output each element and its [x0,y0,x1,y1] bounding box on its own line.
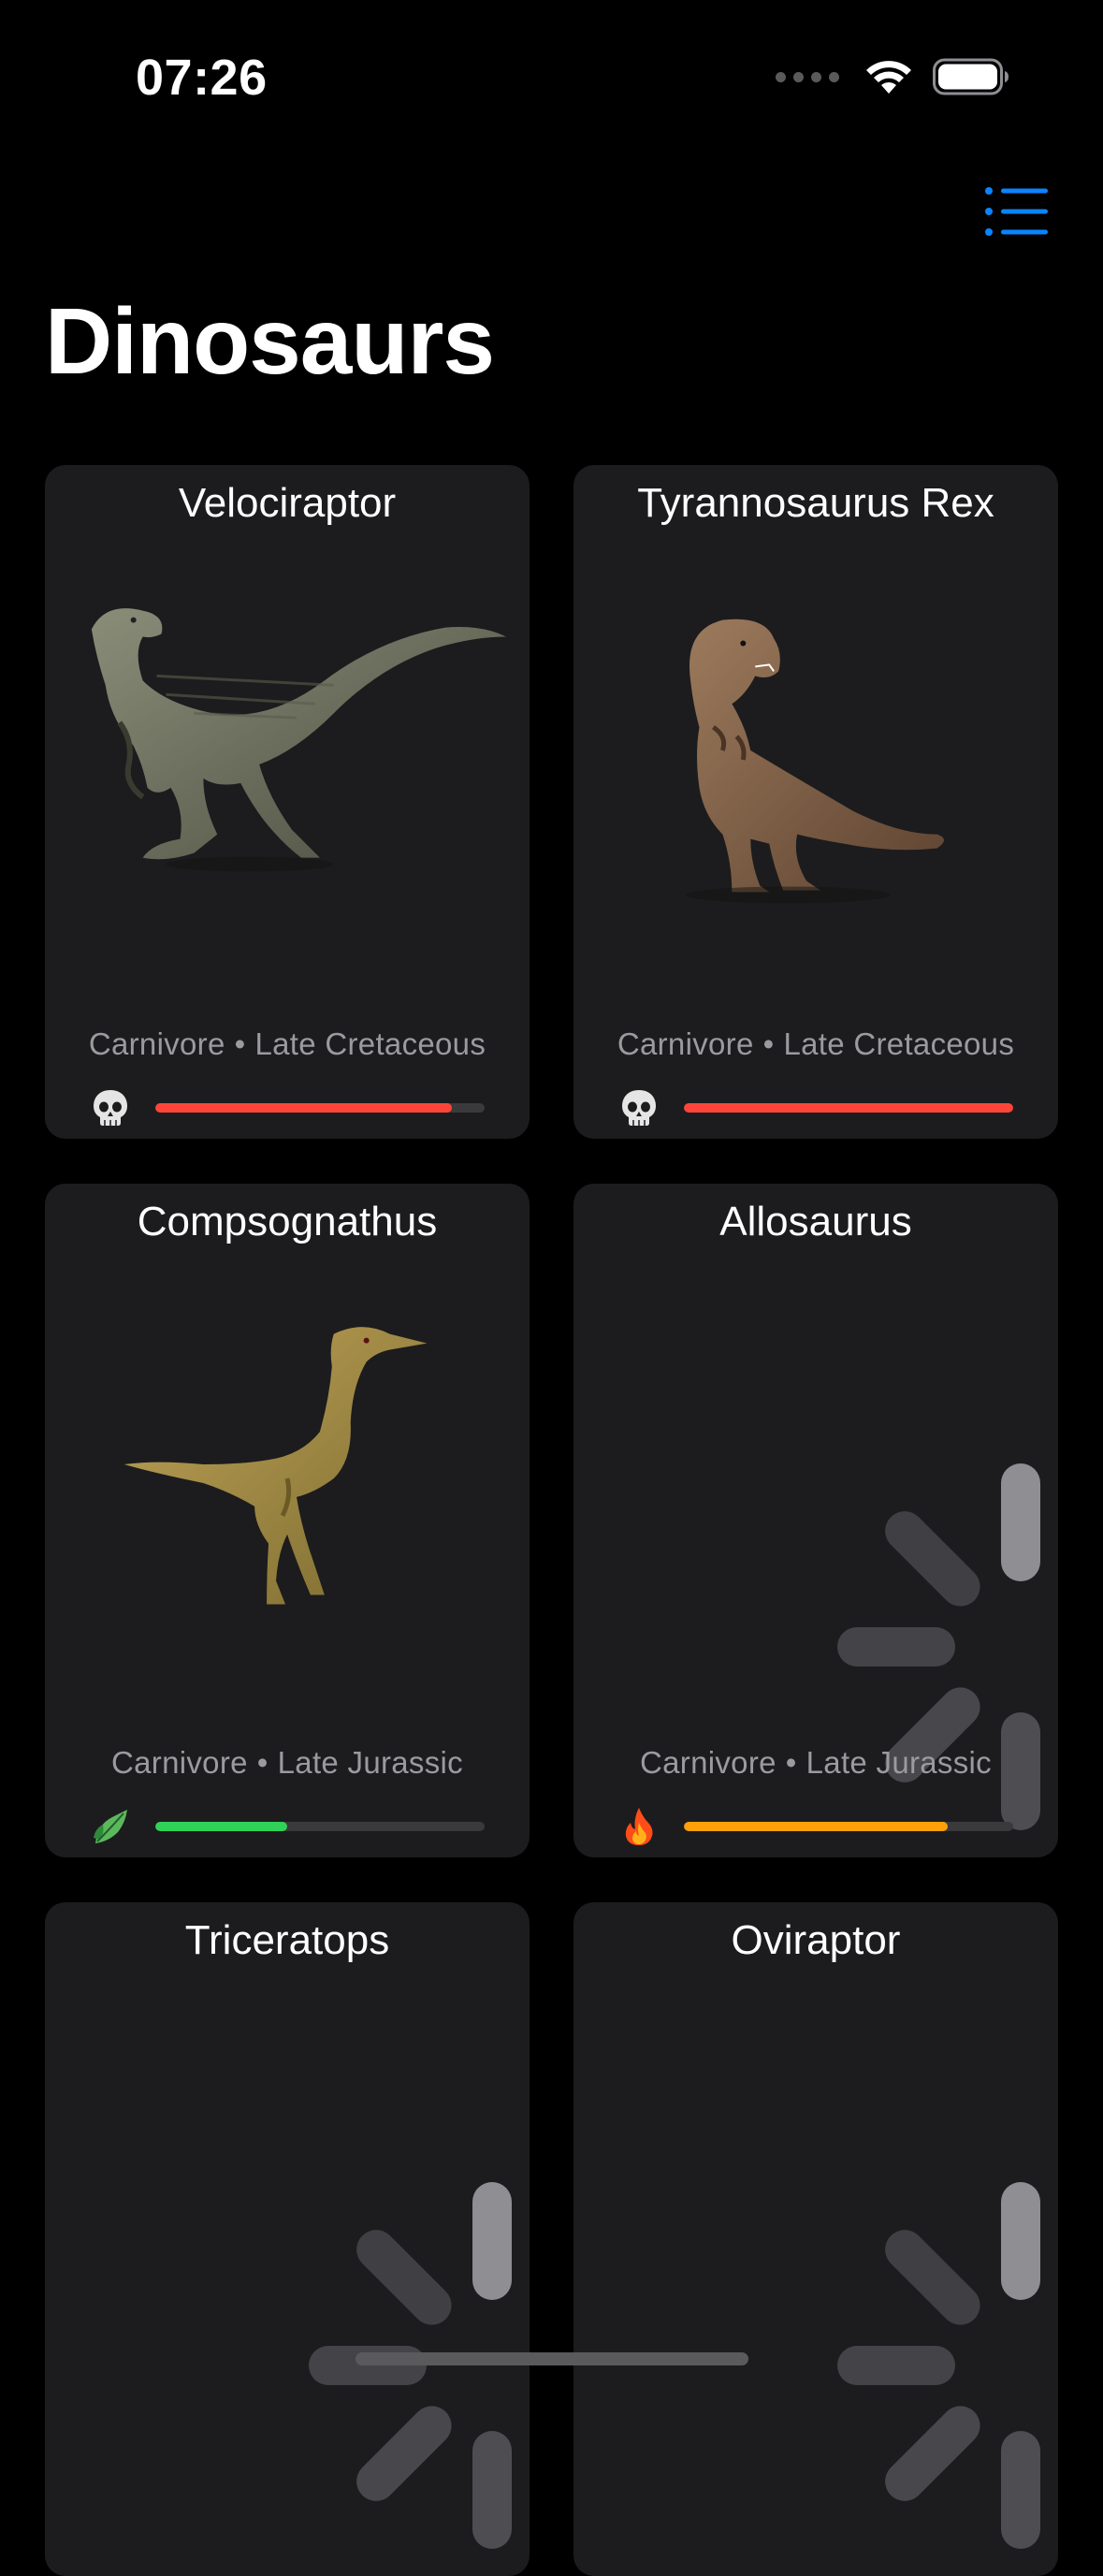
card-meta: Carnivore • Late Jurassic [573,1745,1058,1781]
period-label: Late Jurassic [277,1745,463,1780]
skull-icon [90,1087,131,1128]
diet-label: Carnivore [640,1745,776,1780]
dinosaur-card-triceratops[interactable]: Triceratops [45,1902,530,2576]
danger-bar-fill [155,1103,452,1113]
wifi-icon [866,61,911,94]
danger-bar-fill [155,1822,287,1831]
meta-separator: • [234,1026,246,1061]
velociraptor-image [54,563,520,956]
dinosaur-card-allosaurus[interactable]: Allosaurus Carnivore • Late Jurassic [573,1184,1058,1857]
period-label: Late Cretaceous [783,1026,1015,1061]
diet-label: Carnivore [111,1745,248,1780]
card-meta: Carnivore • Late Cretaceous [573,1026,1058,1062]
dinosaur-card-compsognathus[interactable]: Compsognathus Carnivore • Late Jurassic [45,1184,530,1857]
dinosaur-card-velociraptor[interactable]: Velociraptor Carnivore • Late Cretaceous [45,465,530,1139]
list-menu-button[interactable] [984,183,1050,240]
loading-spinner-icon [309,2182,512,2549]
loading-spinner-icon [837,2182,1040,2549]
period-label: Late Jurassic [805,1745,992,1780]
home-indicator[interactable] [356,2352,748,2365]
danger-bar [155,1103,485,1113]
skull-icon [618,1087,660,1128]
danger-meter [90,1803,485,1850]
page-title: Dinosaurs [45,289,495,394]
danger-bar-fill [684,1103,1013,1113]
cellular-signal-icon [776,71,839,82]
image-placeholder [54,2001,520,2549]
image-placeholder [583,2001,1049,2549]
card-title: Tyrannosaurus Rex [637,480,994,526]
status-time: 07:26 [136,50,268,106]
battery-icon [933,58,1009,95]
trex-image [583,563,1049,956]
meta-separator: • [785,1745,797,1780]
diet-label: Carnivore [88,1026,225,1061]
card-meta: Carnivore • Late Jurassic [45,1745,530,1781]
danger-bar [684,1822,1013,1831]
diet-label: Carnivore [617,1026,754,1061]
danger-meter [618,1803,1013,1850]
meta-separator: • [256,1745,268,1780]
danger-meter [90,1084,485,1131]
card-title: Allosaurus [719,1199,912,1244]
status-icons [776,58,1009,95]
dinosaur-card-tyrannosaurus-rex[interactable]: Tyrannosaurus Rex Carnivore • Late Cretace… [573,465,1058,1139]
fire-icon [618,1806,660,1847]
card-title: Compsognathus [137,1199,438,1244]
danger-bar-fill [684,1822,948,1831]
card-title: Oviraptor [731,1917,901,1963]
card-title: Triceratops [184,1917,390,1963]
loading-spinner-icon [837,1463,1040,1830]
card-title: Velociraptor [178,480,397,526]
period-label: Late Cretaceous [254,1026,486,1061]
list-icon [985,187,1048,236]
danger-meter [618,1084,1013,1131]
leaf-icon [90,1806,131,1847]
danger-bar [155,1822,485,1831]
card-meta: Carnivore • Late Cretaceous [45,1026,530,1062]
image-placeholder [583,1282,1049,1830]
compsognathus-image [54,1282,520,1675]
dinosaur-card-oviraptor[interactable]: Oviraptor [573,1902,1058,2576]
danger-bar [684,1103,1013,1113]
meta-separator: • [762,1026,775,1061]
status-bar: 07:26 [0,0,1103,159]
